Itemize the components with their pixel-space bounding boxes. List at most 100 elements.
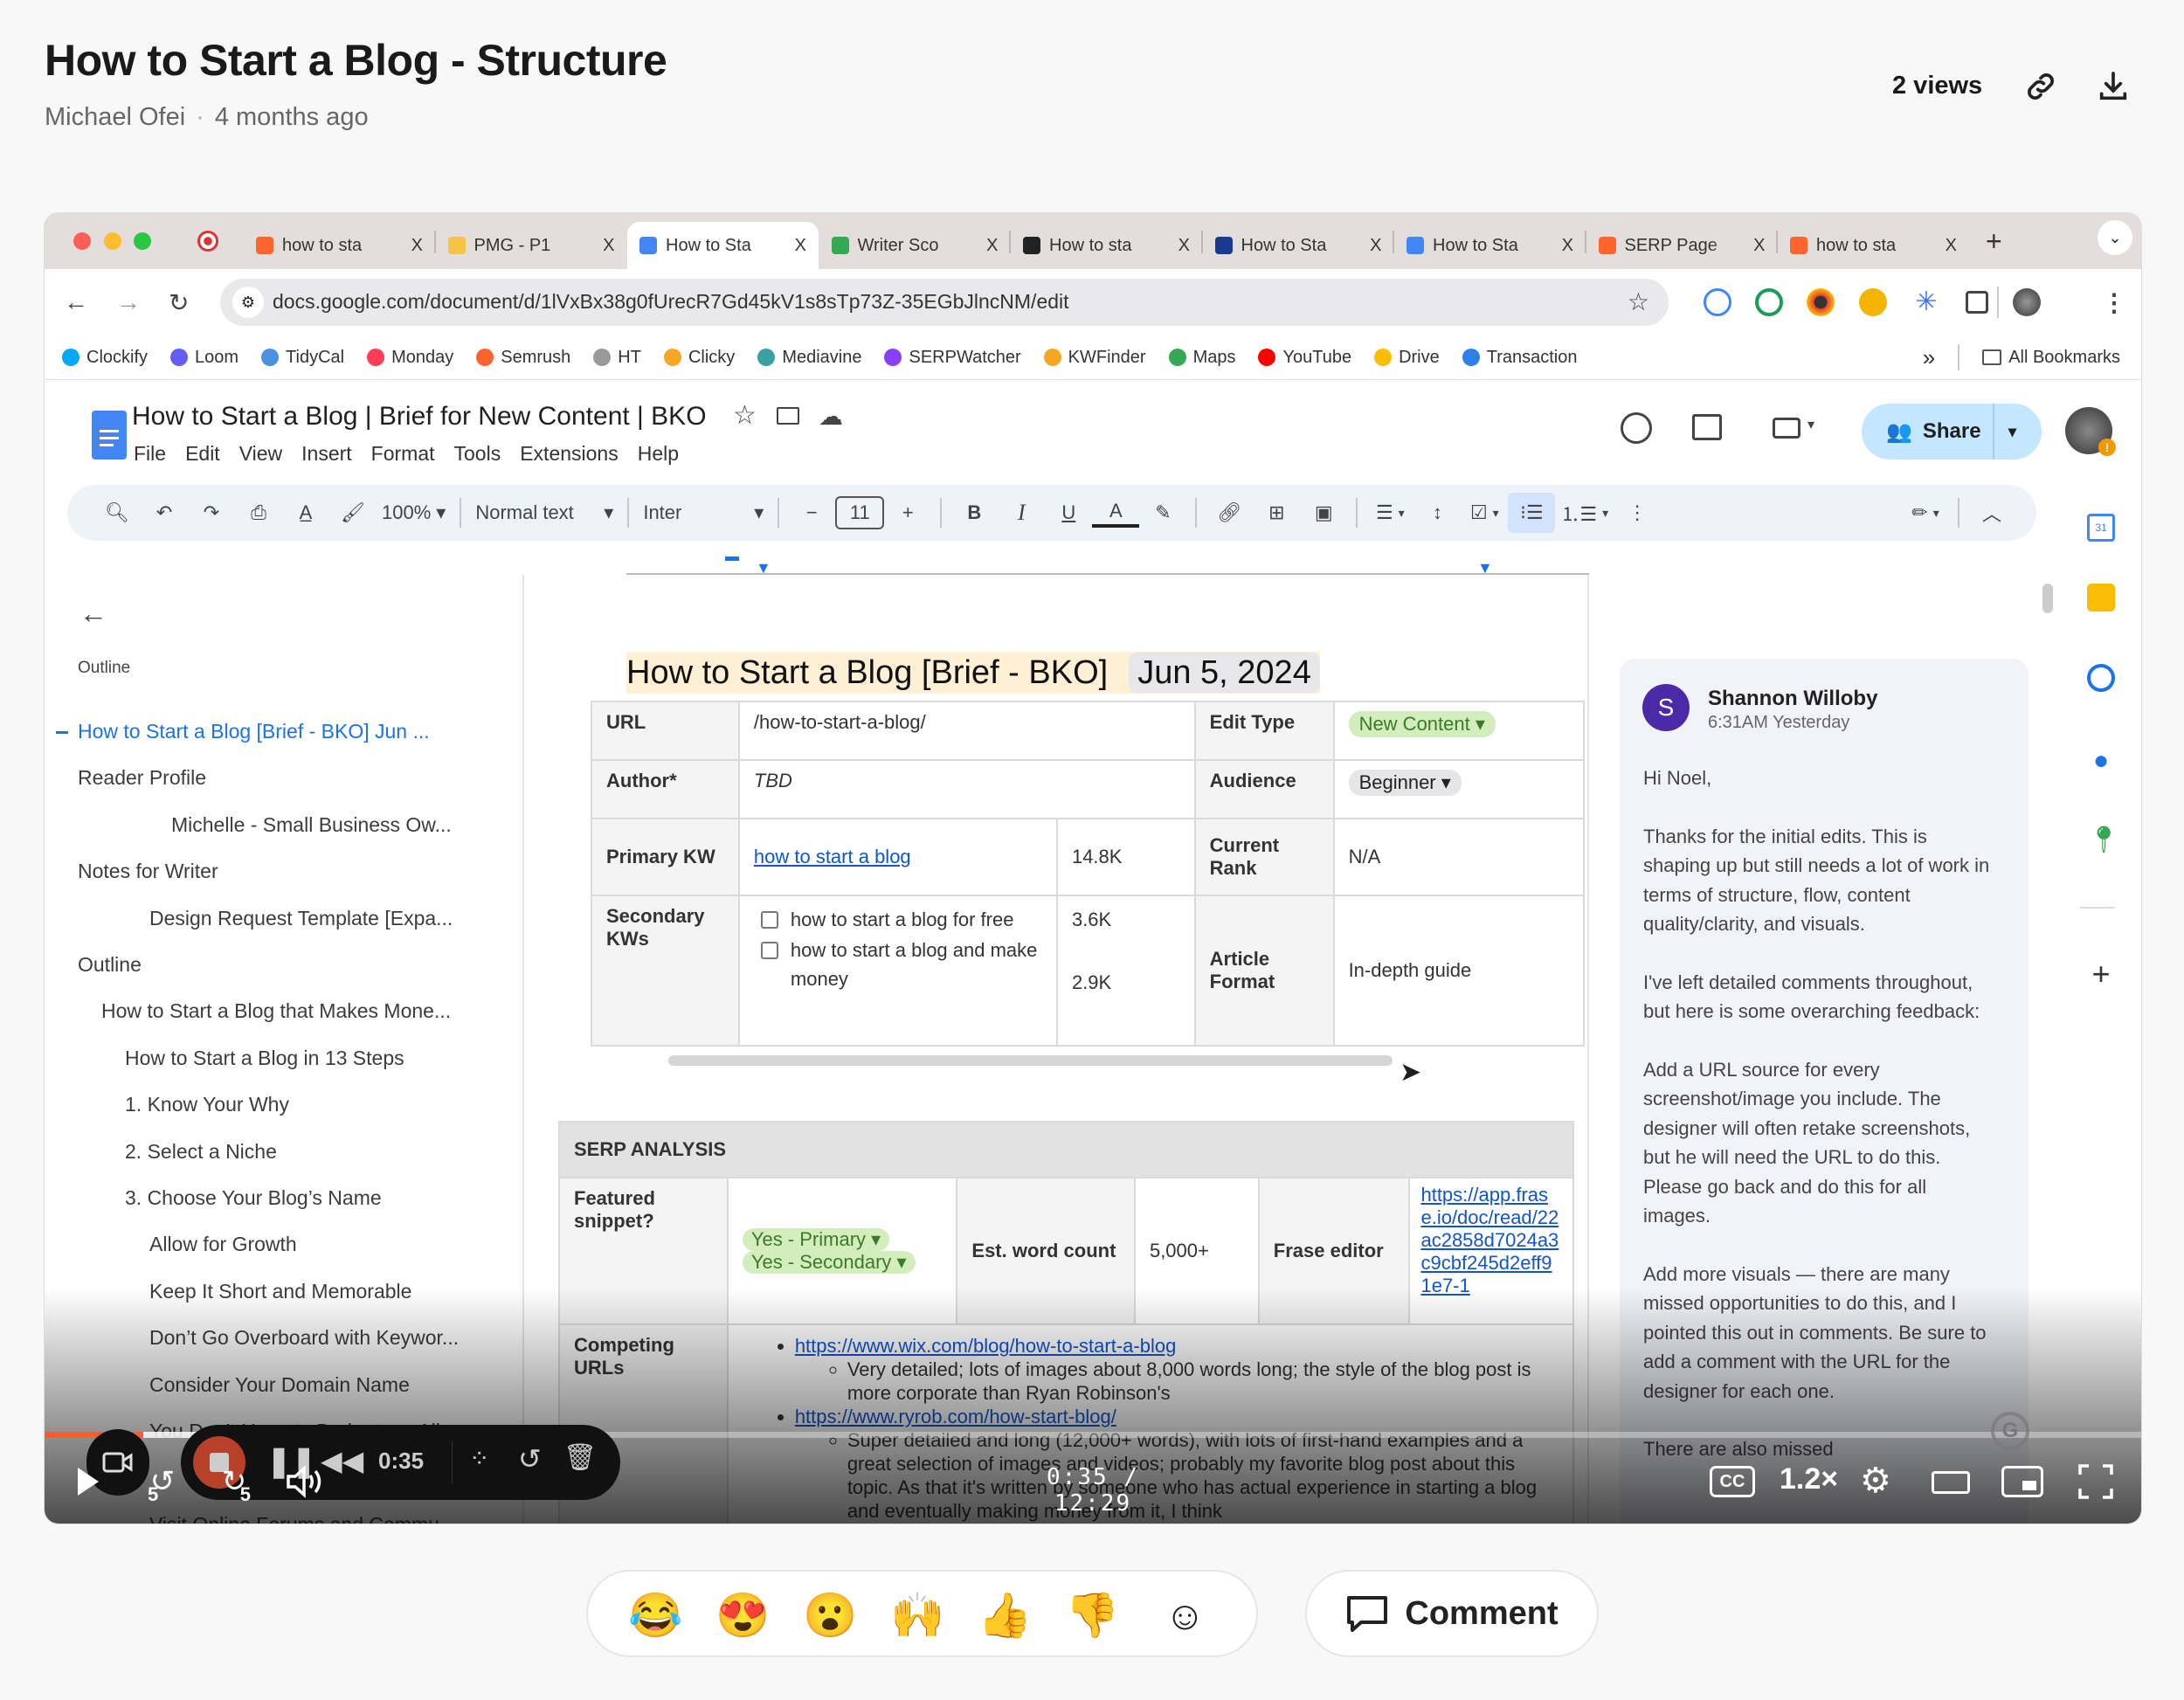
address-bar[interactable]: ⚙ docs.google.com/document/d/1lVxBx38g0f… [220,279,1669,326]
browser-tab[interactable]: How to sta X [1011,222,1202,269]
outline-item[interactable]: Design Request Template [Expa... [149,907,453,930]
outline-item[interactable]: Visit Online Forums and Commu... [149,1513,456,1524]
bookmark-item[interactable]: TidyCal [261,348,344,368]
maximize-window-button[interactable] [134,232,151,250]
heart-eyes-emoji-button[interactable]: 😍 [715,1591,770,1640]
site-info-icon[interactable]: ⚙ [232,287,264,318]
theater-mode-button[interactable] [1932,1471,1970,1494]
play-button[interactable] [71,1462,106,1501]
search-menus-button[interactable]: 🔍︎ [93,493,141,533]
paragraph-style-select[interactable]: Normal text ▾ [470,493,619,533]
add-addon-button[interactable]: + [2087,956,2115,992]
outline-item[interactable]: Michelle - Small Business Ow... [171,813,452,837]
all-bookmarks-button[interactable]: All Bookmarks [1982,348,2120,368]
tab-close-button[interactable]: X [986,236,998,256]
version-history-icon[interactable] [1621,412,1652,444]
reload-button[interactable]: ↻ [169,288,189,317]
italic-button[interactable]: I [998,493,1045,533]
line-spacing-button[interactable]: ↕ [1413,493,1461,533]
restart-recording-button[interactable]: ↺ [518,1442,542,1475]
bookmark-item[interactable]: Monday [367,348,453,368]
share-button[interactable]: 👥 Share ▾ [1862,404,2042,460]
bookmark-item[interactable]: Maps [1168,348,1235,368]
outline-item[interactable]: Don’t Go Overboard with Keywor... [149,1326,459,1350]
comment-button[interactable]: Comment [1305,1570,1599,1657]
more-bookmarks-button[interactable]: » [1923,344,1935,371]
outline-item[interactable]: How to Start a Blog that Makes Mone... [101,999,451,1023]
bookmark-item[interactable]: Drive [1374,348,1440,368]
skip-back-button[interactable]: ↺ 5 [139,1457,186,1506]
surprised-emoji-button[interactable]: 😮 [803,1591,857,1640]
thumbs-down-emoji-button[interactable]: 👎 [1065,1591,1119,1640]
outline-item[interactable]: Reader Profile [78,766,206,790]
account-avatar[interactable]: ! [2065,407,2116,456]
outline-item[interactable]: Allow for Growth [149,1233,297,1256]
google-docs-logo[interactable] [92,411,127,460]
bulleted-list-button[interactable]: ⁝☰ [1508,493,1556,533]
align-button[interactable]: ☰ ▾ [1366,493,1413,533]
settings-button[interactable]: ⚙ [1860,1461,1891,1501]
outline-item[interactable]: 3. Choose Your Blog’s Name [125,1186,382,1210]
text-color-button[interactable]: A [1092,498,1140,528]
star-icon[interactable]: ☆ [733,400,757,431]
profile-avatar[interactable] [2013,288,2041,316]
tab-close-button[interactable]: X [603,236,614,256]
menu-view[interactable]: View [239,442,282,466]
decrease-font-size-button[interactable]: − [788,493,835,533]
fullscreen-button[interactable] [2078,1464,2113,1499]
url-value[interactable]: /how-to-start-a-blog/ [737,701,1196,761]
more-options-button[interactable]: ⋮ [1614,493,1661,533]
browser-tab[interactable]: SERP Page X [1586,222,1778,269]
bookmark-item[interactable]: Semrush [476,348,570,368]
extension-icon[interactable]: ✳ [1912,288,1940,316]
cloud-saved-icon[interactable]: ☁ [819,402,843,431]
increase-font-size-button[interactable]: + [884,493,931,533]
bookmark-item[interactable]: SERPWatcher [884,348,1021,368]
audience-chip[interactable]: Beginner ▾ [1348,770,1462,796]
menu-extensions[interactable]: Extensions [520,442,619,466]
highlight-color-button[interactable]: ✎ [1139,493,1186,533]
browser-tab[interactable]: How to Sta X [1394,222,1586,269]
font-select[interactable]: Inter ▾ [638,493,769,533]
competing-url-link[interactable]: https://www.wix.com/blog/how-to-start-a-… [795,1335,1177,1357]
editing-mode-button[interactable]: ✏ ▾ [1902,493,1949,533]
outline-item[interactable]: Keep It Short and Memorable [149,1280,411,1303]
download-button[interactable] [2086,59,2140,114]
tab-close-button[interactable]: X [1946,236,1957,256]
minimize-window-button[interactable] [104,232,121,250]
table-horizontal-scrollbar[interactable] [668,1055,1393,1066]
extension-icon[interactable] [1704,288,1731,316]
picture-in-picture-button[interactable] [2001,1466,2043,1497]
volume-button[interactable] [282,1461,328,1503]
outline-item[interactable]: How to Start a Blog in 13 Steps [125,1047,404,1070]
raised-hands-emoji-button[interactable]: 🙌 [890,1591,944,1640]
tab-close-button[interactable]: X [795,236,806,256]
extension-icon[interactable] [1807,288,1835,316]
outline-item[interactable]: 1. Know Your Why [125,1093,289,1116]
font-size-input[interactable]: 11 [835,496,885,529]
bookmark-item[interactable]: Clockify [62,348,148,368]
laughing-emoji-button[interactable]: 😂 [628,1591,682,1640]
browser-tab[interactable]: How to Sta X [1203,222,1394,269]
edit-type-chip[interactable]: New Content ▾ [1348,711,1496,737]
bold-button[interactable]: B [950,493,998,533]
document-page[interactable]: How to Start a Blog [Brief - BKO] Jun 5,… [524,575,1589,1524]
add-comment-button[interactable]: ⊞ [1253,493,1300,533]
extensions-puzzle-icon[interactable] [1966,291,1988,314]
meet-icon[interactable] [1773,418,1800,439]
bookmark-item[interactable]: Clicky [663,348,735,368]
tab-close-button[interactable]: X [1370,236,1381,256]
view-count[interactable]: 2 views [1892,72,1982,100]
scrollbar[interactable] [2042,584,2053,613]
author-name[interactable]: Michael Ofei [45,103,185,131]
featured-snippet-chip[interactable]: Yes - Primary ▾ [742,1228,890,1251]
tab-close-button[interactable]: X [1178,236,1190,256]
featured-snippet-chip[interactable]: Yes - Secondary ▾ [742,1251,916,1274]
numbered-list-button[interactable]: ⒈☰ ▾ [1555,493,1614,533]
close-window-button[interactable] [73,232,91,250]
browser-tab[interactable]: PMG - P1 X [436,222,627,269]
outline-item[interactable]: Consider Your Domain Name [149,1373,410,1397]
zoom-select[interactable]: 100% ▾ [377,493,451,533]
menu-format[interactable]: Format [371,442,435,466]
bookmark-item[interactable]: Loom [170,348,238,368]
